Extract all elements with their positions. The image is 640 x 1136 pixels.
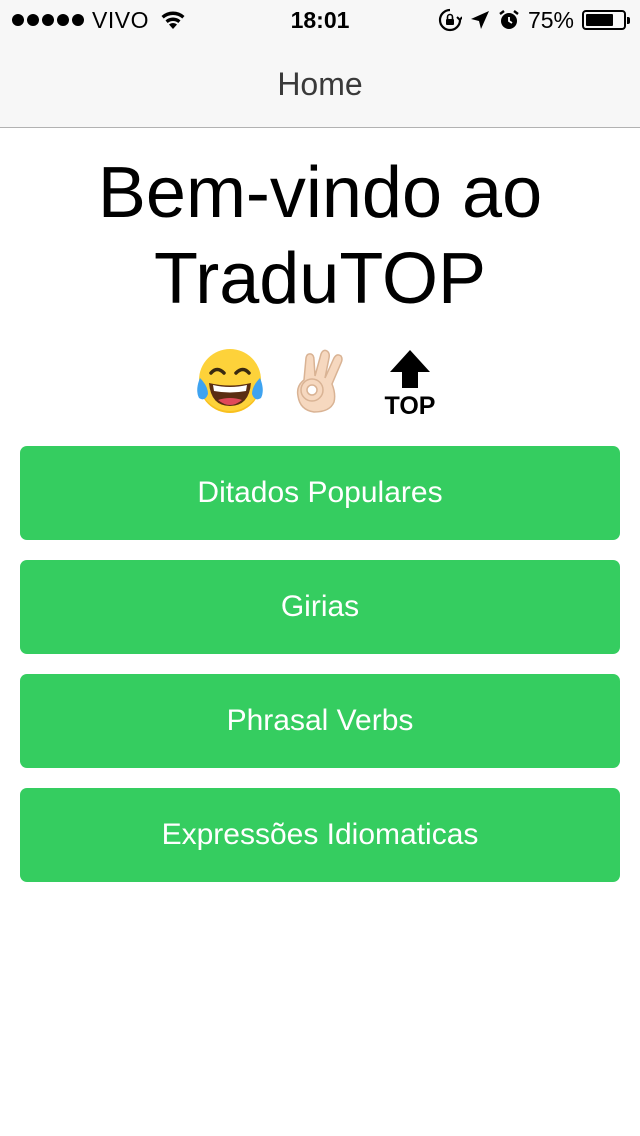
orientation-lock-icon <box>438 8 462 32</box>
top-arrow-emoji: TOP <box>385 350 436 418</box>
nav-title: Home <box>277 66 363 102</box>
status-bar: VIVO 18:01 75% <box>0 0 640 40</box>
phrasal-verbs-button[interactable]: Phrasal Verbs <box>20 674 620 768</box>
ok-hand-emoji <box>296 349 343 413</box>
welcome-line-1: Bem-vindo ao <box>97 153 543 233</box>
battery-percent: 75% <box>527 6 574 33</box>
status-right: 75% <box>438 6 630 34</box>
expressoes-idiomaticas-button[interactable]: Expressões Idiomaticas <box>20 788 620 882</box>
emoji-row: TOP <box>0 346 640 418</box>
top-label: TOP <box>385 392 436 418</box>
tears-of-joy-emoji <box>197 349 263 413</box>
welcome-heading: Bem-vindo ao TraduTOP <box>20 150 620 322</box>
location-icon <box>470 11 489 29</box>
battery-fill <box>586 14 613 26</box>
alarm-icon <box>499 10 519 29</box>
ditados-populares-button[interactable]: Ditados Populares <box>20 446 620 540</box>
app-screen: VIVO 18:01 75% Home Bem-vindo ao TraduTO… <box>0 0 640 1136</box>
navigation-bar: Home <box>0 40 640 128</box>
battery-icon <box>582 10 630 30</box>
welcome-line-2: TraduTOP <box>153 239 487 319</box>
girias-button[interactable]: Girias <box>20 560 620 654</box>
